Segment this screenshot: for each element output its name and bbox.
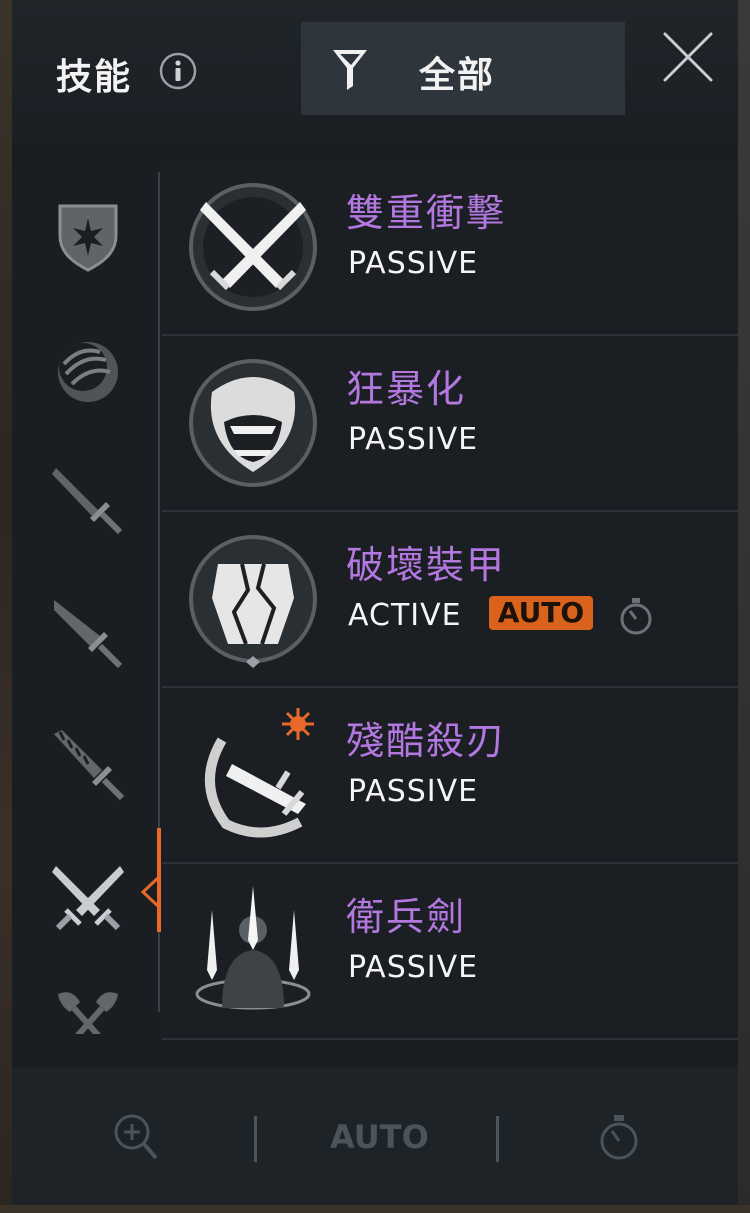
category-sword-3[interactable] xyxy=(50,726,126,802)
auto-badge: AUTO xyxy=(489,596,593,630)
sword-icon xyxy=(54,600,123,669)
filter-icon xyxy=(333,50,367,90)
skill-type: PASSIVE xyxy=(348,950,479,985)
sword-icon xyxy=(52,468,123,535)
broken-armor-icon xyxy=(189,535,317,668)
close-icon[interactable] xyxy=(657,26,719,88)
guardian-swords-icon xyxy=(195,886,311,1010)
crossed-swords-skill-icon xyxy=(189,183,317,311)
skill-type: PASSIVE xyxy=(348,246,479,281)
skill-type: PASSIVE xyxy=(348,774,479,809)
skill-type: ACTIVE xyxy=(348,598,462,633)
skill-type: PASSIVE xyxy=(348,422,479,457)
skill-name: 破壞裝甲 xyxy=(346,543,507,587)
auto-button[interactable]: AUTO xyxy=(330,1118,429,1156)
orb-icon xyxy=(58,342,118,402)
shield-icon xyxy=(58,204,118,272)
category-axes[interactable] xyxy=(50,984,126,1034)
skill-item[interactable]: 殘酷殺刃 PASSIVE xyxy=(162,688,738,864)
active-arrow-icon xyxy=(140,875,161,909)
filter-button[interactable]: 全部 xyxy=(301,22,625,115)
category-sword-1[interactable] xyxy=(50,462,126,538)
panel-header: 技能 全部 xyxy=(12,0,738,140)
skill-item[interactable]: 衛兵劍 PASSIVE xyxy=(162,864,738,1040)
background-bottom xyxy=(0,1205,750,1213)
category-crossed-swords[interactable] xyxy=(50,860,126,936)
zoom-in-icon[interactable] xyxy=(112,1112,158,1162)
crossed-swords-icon xyxy=(52,866,124,931)
timer-icon[interactable] xyxy=(618,596,654,636)
category-orb[interactable] xyxy=(50,334,126,410)
skill-name: 雙重衝擊 xyxy=(346,191,507,235)
category-shield[interactable] xyxy=(50,198,126,274)
category-sword-2[interactable] xyxy=(50,596,126,672)
panel-title: 技能 xyxy=(56,57,133,98)
bottom-separator xyxy=(254,1116,257,1162)
skill-name: 殘酷殺刃 xyxy=(346,719,507,763)
skill-item[interactable]: 雙重衝擊 PASSIVE xyxy=(162,160,738,336)
skill-name: 狂暴化 xyxy=(346,367,467,411)
info-icon[interactable] xyxy=(159,52,197,90)
cruel-blade-icon xyxy=(205,708,314,838)
background-right xyxy=(738,0,750,1213)
skill-item[interactable]: 狂暴化 PASSIVE xyxy=(162,336,738,512)
bottom-action-bar: AUTO xyxy=(12,1068,738,1205)
serrated-sword-icon xyxy=(54,730,125,801)
filter-label: 全部 xyxy=(419,55,496,96)
skills-panel: 技能 全部 雙重衝擊 PASSIVE 狂暴化 PASSIVE 破壞裝甲 ACTI… xyxy=(12,0,738,1205)
skill-name: 衛兵劍 xyxy=(346,895,467,939)
timer-icon[interactable] xyxy=(598,1112,640,1162)
berserk-face-icon xyxy=(189,359,317,487)
bottom-separator xyxy=(496,1116,499,1162)
axes-icon xyxy=(58,992,118,1034)
skill-item[interactable]: 破壞裝甲 ACTIVE AUTO xyxy=(162,512,738,688)
